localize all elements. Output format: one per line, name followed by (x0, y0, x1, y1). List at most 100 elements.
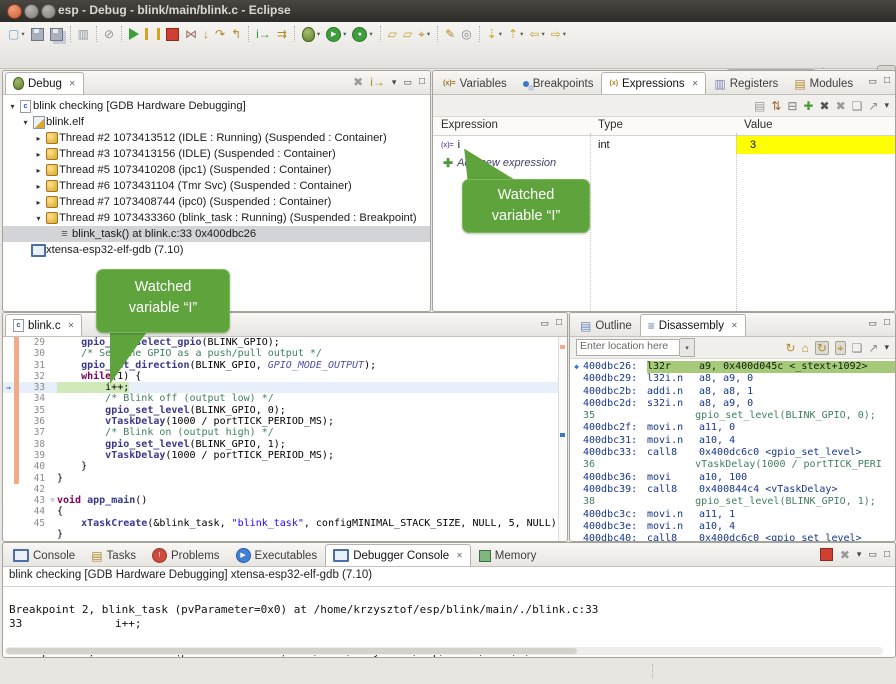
minimize-icon[interactable]: ▭ (540, 319, 549, 328)
debug-launch-icon[interactable]: ▾ (299, 24, 323, 44)
fold-marker-icon[interactable]: ⊖ (48, 495, 57, 506)
annotation-ruler[interactable] (3, 393, 14, 404)
annotation-ruler[interactable] (3, 473, 14, 484)
disassembly-line[interactable]: 38 gpio_set_level(BLINK_GPIO, 1); (570, 496, 895, 508)
last-edit-location-icon[interactable]: ⇣▾ (484, 24, 505, 44)
add-expression-icon[interactable]: ✚ (803, 100, 813, 112)
tab-executables[interactable]: ▶Executables (228, 544, 326, 566)
new-wizard-icon[interactable]: ▢▾ (5, 24, 28, 44)
debug-tree-row[interactable]: xtensa-esp32-elf-gdb (7.10) (3, 242, 430, 258)
code-line[interactable]: 42 (3, 484, 567, 495)
debug-tree-row[interactable]: ▸Thread #5 1073410208 (ipc1) (Suspended … (3, 162, 430, 178)
tab-close-icon[interactable]: ✕ (69, 79, 76, 88)
tree-expander-icon[interactable]: ▸ (33, 198, 44, 207)
suspend-icon[interactable] (142, 24, 163, 44)
tab-variables[interactable]: (x)=Variables (435, 72, 515, 94)
annotation-ruler[interactable] (3, 416, 14, 427)
code-line[interactable]: 35 gpio_set_level(BLINK_GPIO, 0); (3, 405, 567, 416)
debug-tree-row[interactable]: ▾cblink checking [GDB Hardware Debugging… (3, 98, 430, 114)
line-number[interactable]: 40 (19, 461, 48, 472)
code-line[interactable]: 41} (3, 473, 567, 484)
annotation-ruler[interactable] (3, 450, 14, 461)
tab-blink-c[interactable]: cblink.c✕ (5, 314, 82, 336)
tree-expander-icon[interactable]: ▾ (7, 102, 18, 111)
line-number[interactable]: 37 (19, 427, 48, 438)
line-number[interactable]: 30 (19, 348, 48, 359)
add-expression-icon[interactable]: ✚ (443, 156, 453, 170)
resume-icon[interactable] (126, 24, 142, 44)
dropdown-arrow-icon[interactable]: ▾ (499, 30, 502, 38)
dropdown-arrow-icon[interactable]: ▾ (317, 30, 320, 38)
track-expression-icon[interactable]: ⌖ (835, 341, 846, 355)
tab-registers[interactable]: ▥Registers (706, 72, 786, 94)
tab-expressions[interactable]: (x)Expressions✕ (601, 72, 706, 94)
tab-problems[interactable]: !Problems (144, 544, 228, 566)
code-line[interactable]: 30 /* Set the GPIO as a push/pull output… (3, 348, 567, 359)
tab-memory[interactable]: Memory (471, 544, 545, 566)
collapse-all-icon[interactable]: ⊟ (787, 100, 797, 112)
maximize-icon[interactable]: □ (419, 77, 425, 87)
line-number[interactable]: 39 (19, 450, 48, 461)
new-c-project-icon[interactable]: ▱ (385, 24, 400, 44)
annotation-ruler[interactable] (3, 427, 14, 438)
line-number[interactable]: 29 (19, 337, 48, 348)
code-line[interactable]: 43⊖void app_main() (3, 495, 567, 506)
disconnect-icon[interactable]: ⋈ (182, 24, 200, 44)
code-line[interactable]: 32 while(1) { (3, 371, 567, 382)
tree-expander-icon[interactable]: ▾ (20, 118, 31, 127)
number-format-icon[interactable]: ⇅ (771, 100, 781, 112)
line-number[interactable]: 32 (19, 371, 48, 382)
annotation-ruler[interactable] (3, 371, 14, 382)
disassembly-line[interactable]: 400dbc29:l32i.na8, a9, 0 (570, 373, 895, 385)
tree-expander-icon[interactable]: ▸ (33, 134, 44, 143)
minimize-icon[interactable]: ▭ (868, 77, 877, 86)
step-return-icon[interactable]: ↰ (228, 24, 244, 44)
search-icon[interactable]: ⌖▾ (415, 24, 433, 44)
maximize-icon[interactable]: □ (556, 318, 562, 328)
code-line[interactable]: 39 vTaskDelay(1000 / portTICK_PERIOD_MS)… (3, 450, 567, 461)
pin-editor-icon[interactable]: ⇡▾ (505, 24, 526, 44)
disassembly-line[interactable]: 400dbc2b:addi.na8, a8, 1 (570, 386, 895, 398)
line-number[interactable]: 36 (19, 416, 48, 427)
tab-debugger-console[interactable]: Debugger Console✕ (325, 544, 471, 566)
value-cell[interactable]: 3 (736, 136, 895, 154)
home-icon[interactable]: ⌂ (802, 342, 809, 354)
tab-console[interactable]: Console (5, 544, 83, 566)
dropdown-arrow-icon[interactable]: ▾ (369, 30, 372, 38)
debug-tree-row[interactable]: ▸Thread #3 1073413156 (IDLE) (Suspended … (3, 146, 430, 162)
console-horizontal-scrollbar[interactable] (5, 647, 883, 655)
minimize-icon[interactable]: ▭ (868, 319, 877, 328)
refresh-icon[interactable]: ↻ (786, 342, 796, 354)
tree-expander-icon[interactable]: ▾ (33, 214, 44, 223)
dropdown-arrow-icon[interactable]: ▾ (21, 30, 24, 38)
step-over-icon[interactable]: ↷ (212, 24, 228, 44)
tree-expander-icon[interactable]: ▸ (33, 182, 44, 191)
back-icon[interactable]: ⇦▾ (526, 24, 547, 44)
show-type-names-icon[interactable]: ▤ (754, 100, 765, 112)
line-number[interactable]: 41 (19, 473, 48, 484)
dropdown-arrow-icon[interactable]: ▾ (520, 30, 523, 38)
annotation-ruler[interactable] (3, 518, 14, 529)
window-maximize-button[interactable] (41, 4, 56, 19)
disassembly-line[interactable]: 400dbc3e:movi.na10, 4 (570, 521, 895, 533)
disassembly-line[interactable]: 400dbc31:movi.na10, 4 (570, 435, 895, 447)
annotation-ruler[interactable] (3, 337, 14, 348)
code-editor[interactable]: 29 gpio_pad_select_gpio(BLINK_GPIO);30 /… (3, 337, 567, 541)
disassembly-listing[interactable]: ◆400dbc26:l32ra9, 0x400d045c <_stext+109… (570, 361, 895, 541)
disassembly-line[interactable]: 400dbc3c:movi.na11, 1 (570, 509, 895, 521)
tab-outline[interactable]: ▤Outline (572, 314, 640, 336)
tab-close-icon[interactable]: ✕ (68, 321, 75, 330)
disassembly-line[interactable]: 400dbc2d:s32i.na8, a9, 0 (570, 398, 895, 410)
line-number[interactable]: 45 (19, 518, 48, 529)
minimize-icon[interactable]: ▭ (403, 78, 412, 87)
location-dropdown-icon[interactable]: ▾ (680, 338, 695, 357)
code-line[interactable]: 37 /* Blink on (output high) */ (3, 427, 567, 438)
column-header-type[interactable]: Type (590, 117, 736, 135)
overview-ruler[interactable] (558, 337, 567, 541)
debug-tree-row[interactable]: ▾blink.elf (3, 114, 430, 130)
tab-disassembly[interactable]: ≡Disassembly✕ (640, 314, 746, 336)
code-line[interactable]: →33 i++; (3, 382, 567, 393)
annotation-ruler[interactable] (3, 405, 14, 416)
dropdown-arrow-icon[interactable]: ▾ (541, 30, 544, 38)
dropdown-arrow-icon[interactable]: ▾ (427, 30, 430, 38)
